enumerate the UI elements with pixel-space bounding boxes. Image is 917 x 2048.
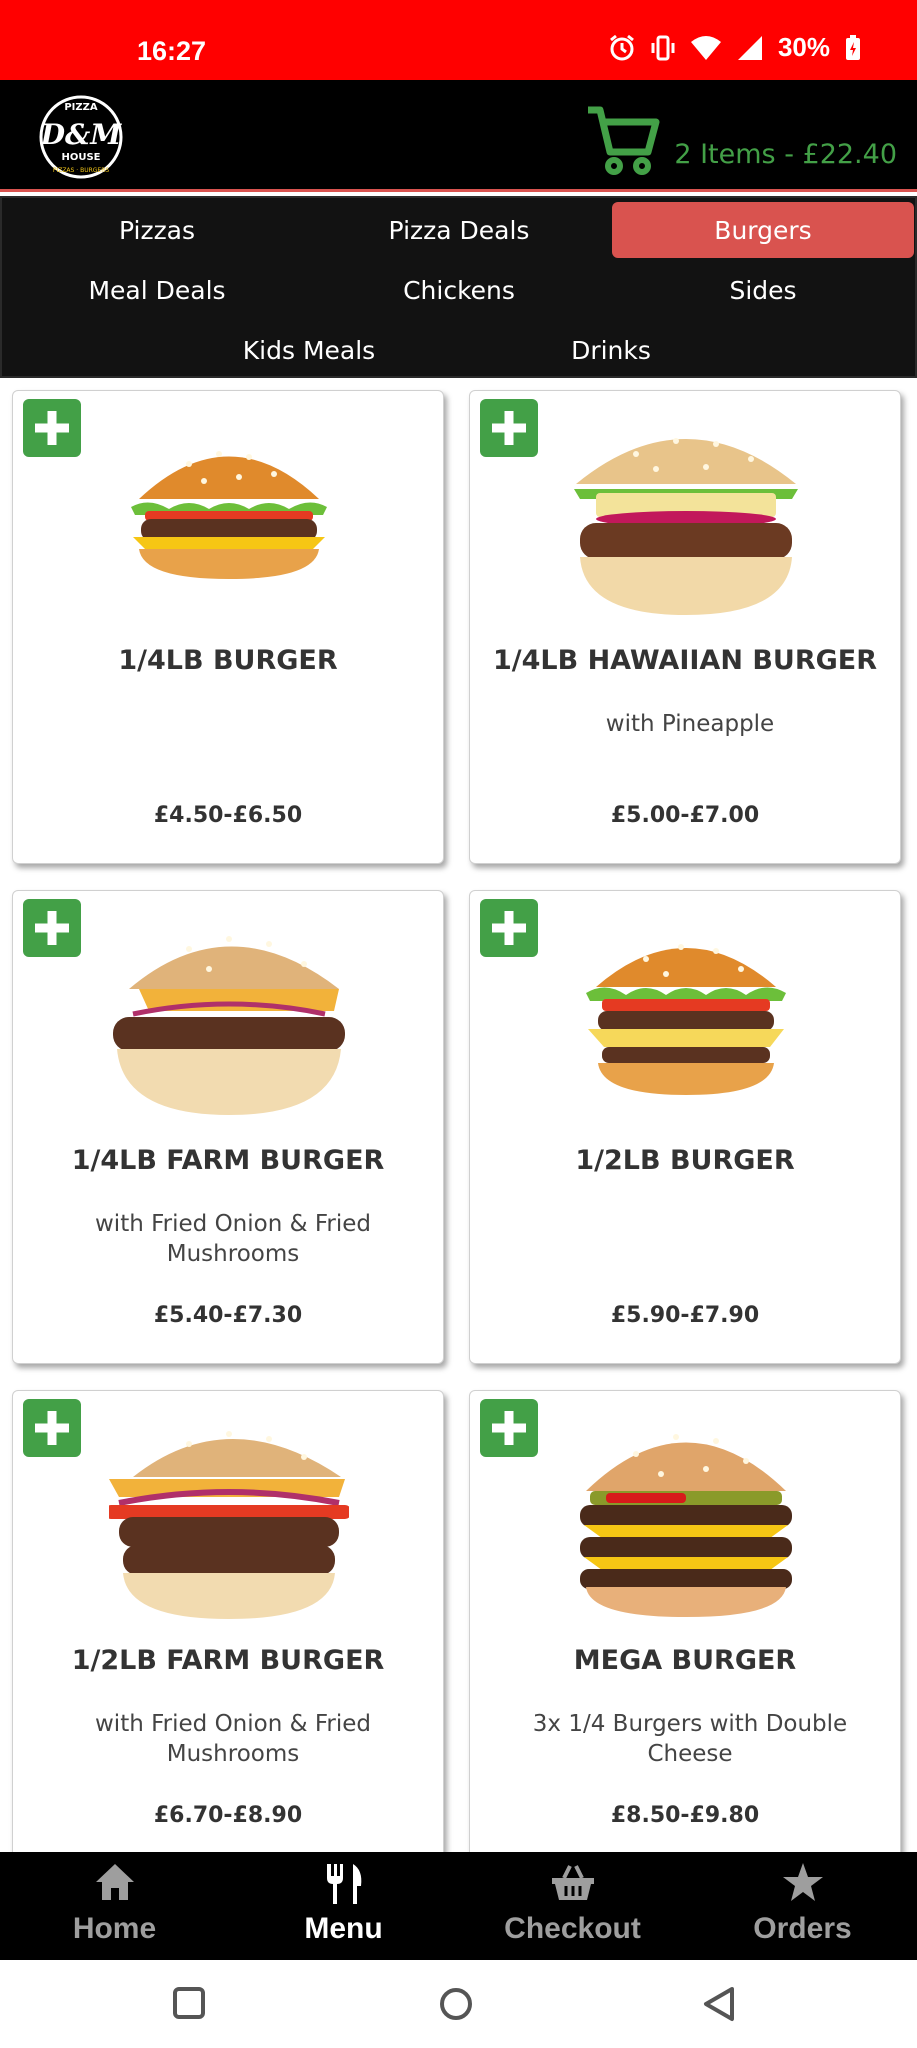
tab-chickens[interactable]: Chickens (308, 262, 610, 318)
star-icon (782, 1863, 823, 1901)
nav-home[interactable]: Home (0, 1852, 229, 1960)
add-to-cart-button[interactable] (480, 399, 538, 457)
tab-sides[interactable]: Sides (612, 262, 914, 318)
nav-orders-label: Orders (753, 1912, 852, 1945)
back-icon[interactable] (702, 1986, 736, 2022)
burger-image (574, 438, 798, 615)
app-header: PIZZA D&M HOUSE PIZZAS · BURGERS 2 Items… (0, 80, 917, 192)
product-price: £6.70-£8.90 (153, 1803, 303, 1828)
tab-burgers[interactable]: Burgers (612, 202, 914, 258)
burger-image (131, 451, 327, 579)
product-price: £5.90-£7.90 (610, 1303, 760, 1328)
status-bar: 16:27 30% (0, 0, 917, 80)
add-to-cart-button[interactable] (480, 1399, 538, 1457)
recent-apps-icon[interactable] (172, 1986, 206, 2020)
vibrate-icon (651, 35, 675, 60)
tab-drinks[interactable]: Drinks (460, 322, 762, 378)
product-price: £5.40-£7.30 (153, 1303, 303, 1328)
svg-text:D&M: D&M (40, 118, 123, 151)
utensils-icon (326, 1864, 361, 1904)
product-description: 3x 1/4 Burgers with Double Cheese (532, 1711, 848, 1767)
basket-icon (551, 1865, 594, 1900)
product-card[interactable]: 1/4LB FARM BURGER with Fried Onion & Fri… (12, 890, 444, 1364)
cart-summary-button[interactable]: 2 Items - £22.40 (584, 98, 897, 178)
signal-icon (737, 35, 762, 60)
cart-summary-text: 2 Items - £22.40 (674, 139, 897, 170)
bottom-navigation: Home Menu Checkout Orders (0, 1852, 917, 1960)
add-to-cart-button[interactable] (23, 899, 81, 957)
product-price: £4.50-£6.50 (153, 803, 303, 828)
burger-image (109, 1431, 349, 1619)
nav-menu[interactable]: Menu (229, 1852, 458, 1960)
product-title: 1/4LB BURGER (118, 645, 338, 676)
add-to-cart-button[interactable] (480, 899, 538, 957)
product-description: with Pineapple (605, 711, 775, 737)
system-navigation-bar (0, 1960, 917, 2048)
product-description: with Fried Onion & Fried Mushrooms (95, 1711, 371, 1767)
nav-home-label: Home (72, 1912, 157, 1945)
product-title: 1/4LB FARM BURGER (71, 1145, 385, 1176)
tab-meal-deals[interactable]: Meal Deals (6, 262, 308, 318)
burger-image (580, 1434, 792, 1617)
product-title: 1/2LB FARM BURGER (71, 1645, 385, 1676)
product-title: 1/4LB HAWAIIAN BURGER (492, 645, 878, 676)
product-grid: 1/4LB BURGER £4.50-£6.50 1/4LB HAWAIIAN … (0, 382, 917, 1852)
tab-pizzas[interactable]: Pizzas (6, 202, 308, 258)
product-title: MEGA BURGER (573, 1645, 797, 1676)
battery-icon (846, 34, 860, 60)
status-time: 16:27 (137, 36, 207, 66)
svg-text:PIZZA: PIZZA (64, 102, 98, 113)
tab-kids-meals[interactable]: Kids Meals (158, 322, 460, 378)
product-card[interactable]: 1/2LB BURGER £5.90-£7.90 (469, 890, 901, 1364)
svg-text:HOUSE: HOUSE (61, 152, 100, 163)
nav-orders[interactable]: Orders (688, 1852, 917, 1960)
product-card[interactable]: MEGA BURGER 3x 1/4 Burgers with Double C… (469, 1390, 901, 1852)
product-card[interactable]: 1/4LB BURGER £4.50-£6.50 (12, 390, 444, 864)
status-icons: 30% (608, 32, 862, 63)
nav-checkout-label: Checkout (504, 1912, 641, 1945)
battery-percentage: 30% (777, 32, 830, 62)
product-title: 1/2LB BURGER (575, 1145, 795, 1176)
burger-image (586, 944, 786, 1095)
svg-text:PIZZAS · BURGERS: PIZZAS · BURGERS (53, 167, 110, 174)
product-card[interactable]: 1/2LB FARM BURGER with Fried Onion & Fri… (12, 1390, 444, 1852)
nav-checkout[interactable]: Checkout (458, 1852, 687, 1960)
add-to-cart-button[interactable] (23, 1399, 81, 1457)
wifi-icon (690, 35, 721, 60)
product-card[interactable]: 1/4LB HAWAIIAN BURGER with Pineapple £5.… (469, 390, 901, 864)
home-icon (95, 1864, 134, 1900)
shopping-cart-icon (588, 106, 660, 175)
burger-image (113, 936, 345, 1115)
home-circle-icon[interactable] (438, 1986, 474, 2022)
nav-menu-label: Menu (304, 1912, 383, 1945)
add-to-cart-button[interactable] (23, 399, 81, 457)
product-price: £5.00-£7.00 (610, 803, 760, 828)
alarm-icon (610, 34, 634, 60)
product-price: £8.50-£9.80 (610, 1803, 760, 1828)
dm-pizza-house-logo[interactable]: PIZZA D&M HOUSE PIZZAS · BURGERS (28, 94, 134, 180)
category-tabs: Pizzas Pizza Deals Burgers Meal Deals Ch… (0, 196, 917, 378)
product-description: with Fried Onion & Fried Mushrooms (95, 1211, 371, 1267)
tab-pizza-deals[interactable]: Pizza Deals (308, 202, 610, 258)
